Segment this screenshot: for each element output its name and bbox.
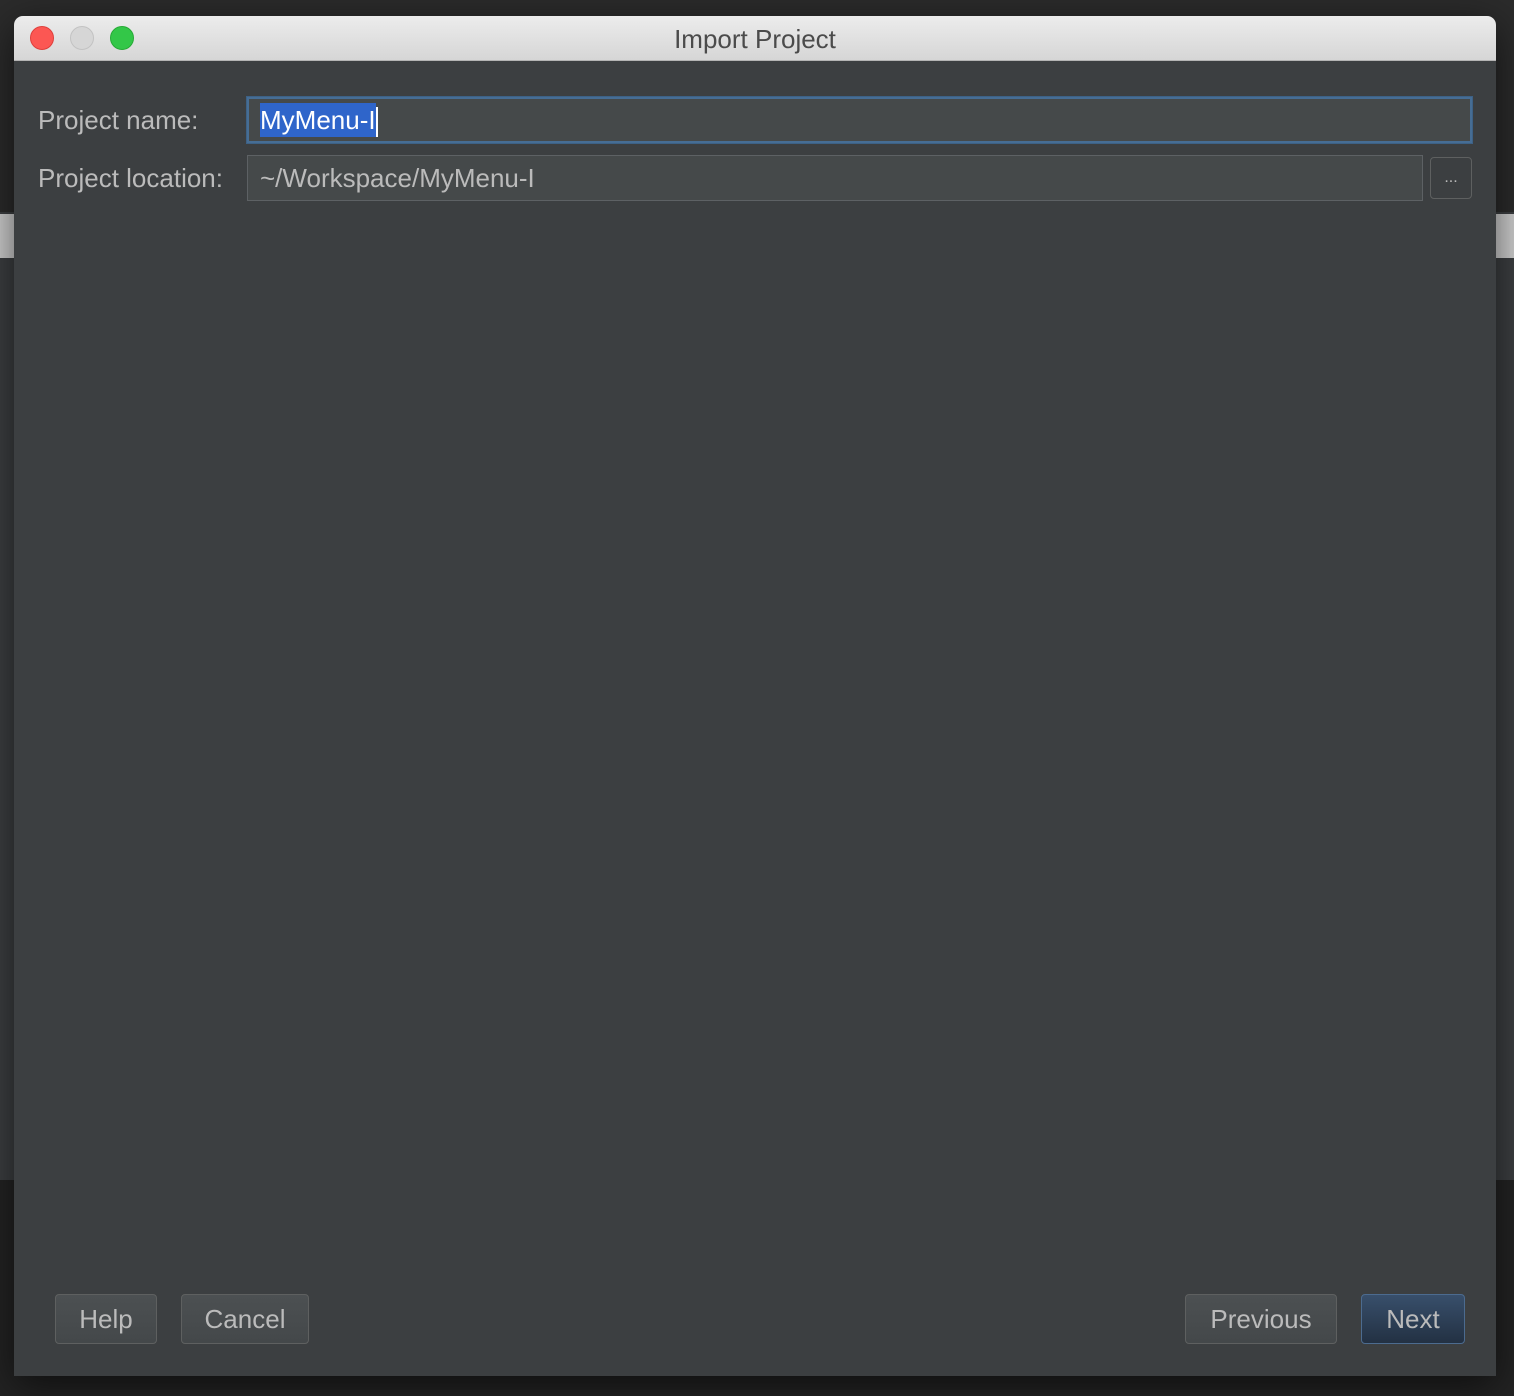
project-name-selected-text: MyMenu-I — [260, 103, 376, 137]
text-caret — [375, 107, 378, 138]
project-name-label: Project name: — [38, 105, 199, 135]
import-project-dialog: Import Project Project name: MyMenu-I Pr… — [14, 16, 1496, 1376]
project-location-input[interactable]: ~/Workspace/MyMenu-I — [247, 155, 1423, 201]
help-button[interactable]: Help — [55, 1294, 157, 1344]
background-window-toolbar-left — [0, 214, 14, 258]
next-button[interactable]: Next — [1361, 1294, 1465, 1344]
project-name-input[interactable]: MyMenu-I — [247, 97, 1472, 143]
window-title: Import Project — [674, 24, 836, 54]
browse-location-button[interactable]: ... — [1430, 157, 1472, 199]
desktop-background: Import Project Project name: MyMenu-I Pr… — [0, 0, 1514, 1396]
project-location-label: Project location: — [38, 163, 223, 193]
title-bar: Import Project — [14, 16, 1496, 61]
background-window-toolbar-right — [1496, 214, 1514, 258]
project-location-row: Project location: ~/Workspace/MyMenu-I .… — [38, 155, 1472, 201]
cancel-button[interactable]: Cancel — [181, 1294, 309, 1344]
previous-button[interactable]: Previous — [1185, 1294, 1337, 1344]
project-name-row: Project name: MyMenu-I — [38, 97, 1472, 143]
